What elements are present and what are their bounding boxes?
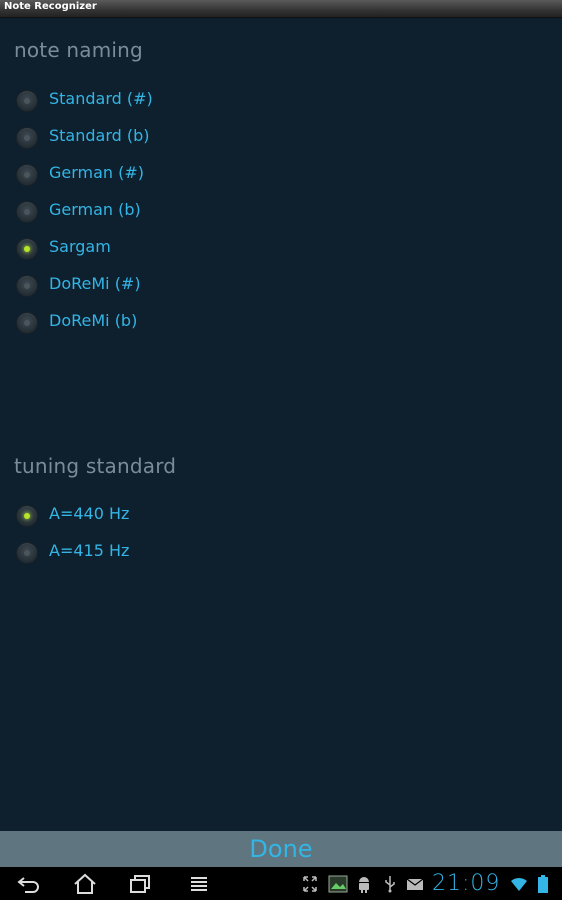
back-icon[interactable]	[15, 872, 43, 896]
option-doremi-sharp[interactable]: DoReMi (#)	[14, 272, 314, 302]
recent-apps-icon[interactable]	[127, 872, 155, 896]
option-standard-flat[interactable]: Standard (b)	[14, 124, 314, 154]
section-title-note-naming: note naming	[14, 38, 143, 62]
radio-button[interactable]	[16, 127, 38, 149]
radio-button[interactable]	[16, 312, 38, 334]
settings-panel: note naming Standard (#) Standard (b) Ge…	[0, 18, 562, 830]
menu-icon[interactable]	[185, 872, 213, 896]
done-button[interactable]: Done	[0, 831, 562, 867]
option-german-flat[interactable]: German (b)	[14, 198, 314, 228]
home-icon[interactable]	[71, 872, 99, 896]
app-title: Note Recognizer	[4, 1, 97, 12]
radio-button[interactable]	[16, 201, 38, 223]
option-label: A=440 Hz	[49, 504, 130, 523]
option-label: Standard (b)	[49, 126, 150, 145]
radio-button[interactable]	[16, 542, 38, 564]
option-label: German (b)	[49, 200, 141, 219]
section-title-tuning-standard: tuning standard	[14, 454, 177, 478]
option-label: DoReMi (b)	[49, 311, 138, 330]
gallery-icon	[328, 875, 348, 893]
option-a415[interactable]: A=415 Hz	[14, 539, 314, 569]
radio-button[interactable]	[16, 90, 38, 112]
option-label: German (#)	[49, 163, 145, 182]
option-label: A=415 Hz	[49, 541, 130, 560]
option-doremi-flat[interactable]: DoReMi (b)	[14, 309, 314, 339]
radio-button-checked[interactable]	[16, 505, 38, 527]
android-debug-icon	[359, 877, 369, 893]
wifi-icon	[511, 877, 527, 891]
option-standard-sharp[interactable]: Standard (#)	[14, 87, 314, 117]
clock: 21:09	[432, 871, 501, 896]
email-icon	[406, 878, 424, 890]
radio-button[interactable]	[16, 164, 38, 186]
radio-button-checked[interactable]	[16, 238, 38, 260]
done-label: Done	[249, 835, 313, 863]
screenshot-expand-icon	[303, 876, 317, 892]
usb-icon	[385, 876, 395, 893]
system-navigation-bar: 21:09	[0, 867, 562, 900]
option-label: DoReMi (#)	[49, 274, 141, 293]
option-label: Standard (#)	[49, 89, 153, 108]
title-bar: Note Recognizer	[0, 0, 562, 18]
option-sargam[interactable]: Sargam	[14, 235, 314, 265]
option-label: Sargam	[49, 237, 111, 256]
option-german-sharp[interactable]: German (#)	[14, 161, 314, 191]
radio-button[interactable]	[16, 275, 38, 297]
option-a440[interactable]: A=440 Hz	[14, 502, 314, 532]
battery-icon	[538, 875, 548, 893]
